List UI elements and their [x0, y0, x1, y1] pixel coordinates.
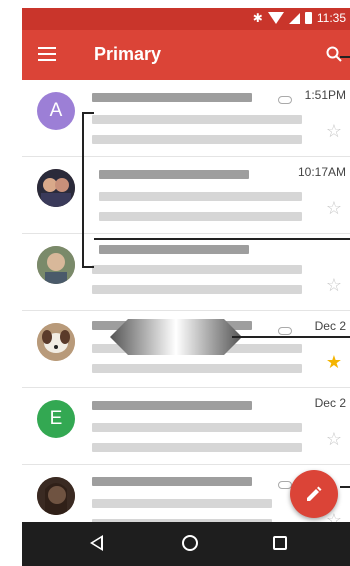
home-icon[interactable] — [182, 535, 198, 551]
recent-apps-icon[interactable] — [273, 536, 287, 550]
subject-placeholder — [92, 115, 302, 124]
sender-placeholder — [99, 245, 249, 254]
subject-placeholder — [99, 192, 302, 201]
email-time: 1:51PM — [304, 88, 346, 102]
attachment-icon — [278, 327, 292, 335]
search-icon[interactable] — [326, 46, 342, 62]
sender-placeholder — [92, 477, 252, 486]
sender-placeholder — [92, 93, 252, 102]
subject-placeholder — [92, 499, 272, 508]
photo-avatar-image — [37, 169, 75, 207]
avatar-letter: E — [49, 408, 63, 429]
avatar: A — [37, 92, 75, 130]
photo-avatar-image — [37, 246, 75, 284]
callout-line — [94, 238, 350, 240]
back-icon[interactable] — [90, 535, 103, 551]
email-row[interactable]: A 1:51PM ☆ — [22, 80, 350, 157]
bluetooth-icon: ✱ — [252, 11, 263, 25]
page-title: Primary — [94, 44, 162, 64]
snippet-placeholder — [92, 364, 302, 373]
callout-line — [340, 56, 350, 58]
star-icon[interactable]: ☆ — [326, 430, 342, 448]
subject-placeholder — [92, 265, 302, 274]
email-time: Dec 2 — [314, 396, 346, 410]
menu-icon[interactable] — [38, 47, 56, 61]
star-icon[interactable]: ☆ — [326, 122, 342, 140]
snippet-placeholder — [92, 443, 302, 452]
avatar — [37, 246, 75, 284]
snippet-placeholder — [92, 135, 302, 144]
photo-avatar-image — [37, 323, 75, 361]
status-bar: ✱ 11:35 — [22, 8, 350, 30]
app-bar: Primary — [22, 30, 350, 80]
avatar — [37, 323, 75, 361]
navigation-bar — [22, 522, 350, 566]
callout-line — [232, 336, 350, 338]
attachment-icon — [278, 96, 292, 104]
email-row[interactable]: E Dec 2 ☆ — [22, 388, 350, 465]
pencil-icon — [307, 486, 322, 501]
phone-screen: ✱ 11:35 Primary A 1:51PM ☆ 10:17AM ☆ ☆ D… — [22, 8, 350, 566]
selection-bracket — [82, 112, 94, 268]
avatar-letter: A — [49, 100, 63, 121]
email-row[interactable]: 10:17AM ☆ — [22, 157, 350, 234]
signal-icon — [288, 12, 300, 24]
wifi-icon — [267, 12, 284, 24]
status-time: 11:35 — [316, 11, 346, 25]
avatar: E — [37, 400, 75, 438]
compose-button[interactable] — [290, 470, 338, 518]
star-icon[interactable]: ☆ — [326, 276, 342, 294]
battery-icon — [304, 12, 312, 24]
snippet-placeholder — [92, 285, 302, 294]
sender-placeholder — [99, 170, 249, 179]
star-filled-icon[interactable]: ★ — [326, 353, 342, 371]
snippet-placeholder — [99, 212, 302, 221]
email-time: 10:17AM — [297, 165, 346, 179]
avatar — [37, 169, 75, 207]
sender-placeholder — [92, 401, 252, 410]
star-icon[interactable]: ☆ — [326, 199, 342, 217]
photo-avatar-image — [37, 477, 75, 515]
avatar — [37, 477, 75, 515]
email-row[interactable]: ☆ — [22, 234, 350, 311]
subject-placeholder — [92, 423, 302, 432]
callout-line — [340, 486, 350, 488]
swipe-arrow-icon — [110, 319, 242, 355]
email-time: Dec 2 — [314, 319, 346, 333]
